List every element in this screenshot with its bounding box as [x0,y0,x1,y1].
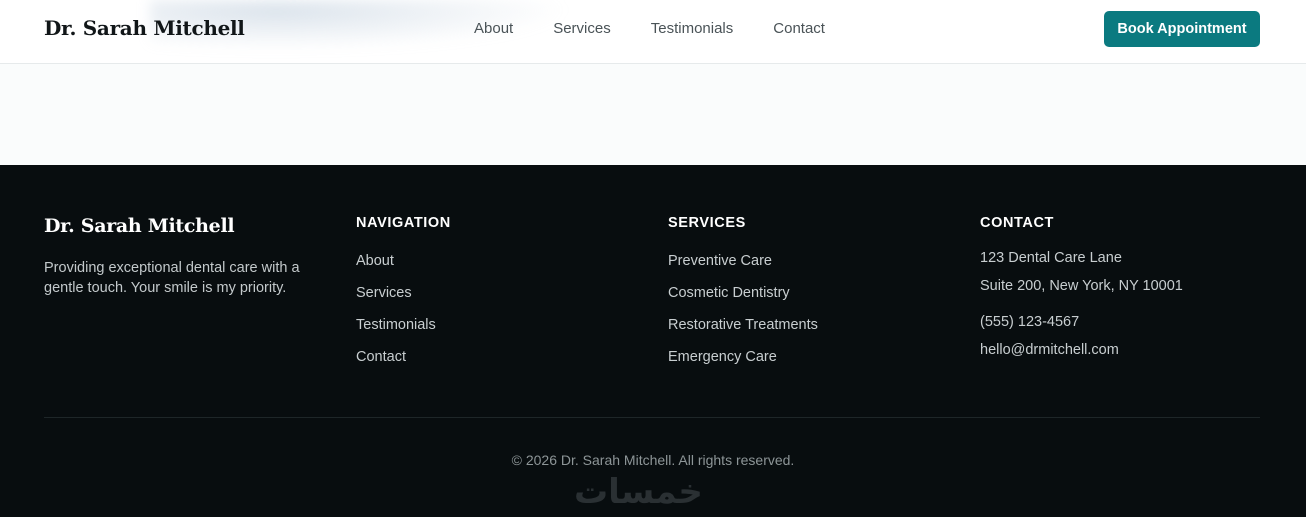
footer-contact-heading: CONTACT [980,215,1055,231]
contact-email[interactable]: hello@drmitchell.com [980,342,1119,358]
footer-copyright: © 2026 Dr. Sarah Mitchell. All rights re… [511,452,795,468]
contact-address-line2: Suite 200, New York, NY 10001 [980,278,1183,294]
book-appointment-button[interactable]: Book Appointment [1104,11,1260,47]
footer-link-testimonials[interactable]: Testimonials [356,317,436,349]
footer-brand: Dr. Sarah Mitchell [44,215,235,237]
footer-link-cosmetic-dentistry[interactable]: Cosmetic Dentistry [668,285,818,317]
nav-link-contact[interactable]: Contact [773,20,825,37]
nav-link-testimonials[interactable]: Testimonials [651,20,734,37]
footer-link-preventive-care[interactable]: Preventive Care [668,253,818,285]
main-nav: About Services Testimonials Contact [474,20,825,37]
site-logo[interactable]: Dr. Sarah Mitchell [44,16,245,40]
contact-address-line1: 123 Dental Care Lane [980,250,1122,266]
footer-link-contact[interactable]: Contact [356,349,436,381]
footer-services-list: Preventive Care Cosmetic Dentistry Resto… [668,253,818,381]
footer-services-heading: SERVICES [668,215,746,231]
contact-phone[interactable]: (555) 123-4567 [980,314,1079,330]
footer-tagline: Providing exceptional dental care with a… [44,260,300,296]
footer-navigation-list: About Services Testimonials Contact [356,253,436,381]
site-header: Dr. Sarah Mitchell About Services Testim… [0,0,1306,64]
footer-navigation-heading: NAVIGATION [356,215,451,231]
site-footer: Dr. Sarah Mitchell Providing exceptional… [0,165,1306,517]
nav-link-services[interactable]: Services [553,20,611,37]
footer-link-about[interactable]: About [356,253,436,285]
footer-link-services[interactable]: Services [356,285,436,317]
footer-divider [44,417,1260,418]
footer-link-restorative-treatments[interactable]: Restorative Treatments [668,317,818,349]
watermark-logo: خمسات [574,472,703,512]
footer-link-emergency-care[interactable]: Emergency Care [668,349,818,381]
nav-link-about[interactable]: About [474,20,513,37]
